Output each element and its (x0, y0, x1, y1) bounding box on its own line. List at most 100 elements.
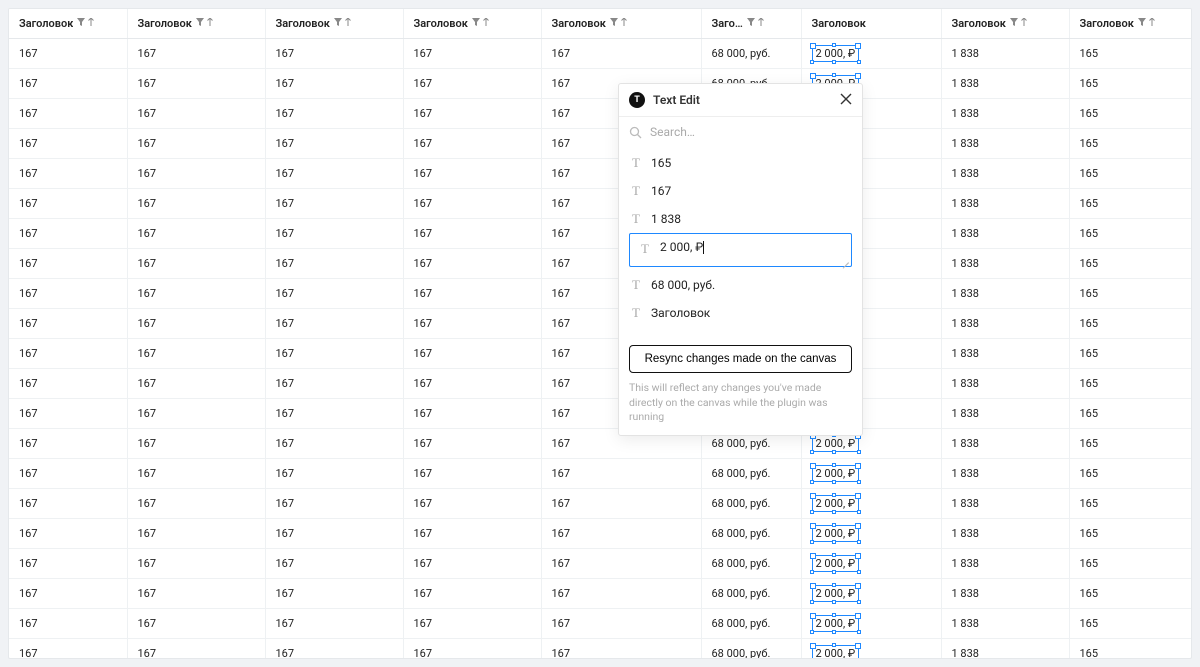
table-cell[interactable]: 167 (9, 189, 127, 219)
table-cell[interactable]: 1 838 (941, 639, 1069, 660)
table-cell[interactable]: 165 (1069, 339, 1192, 369)
table-cell[interactable]: 2 000, ₽ (801, 489, 941, 519)
table-cell[interactable]: 167 (127, 39, 265, 69)
table-cell[interactable]: 2 000, ₽ (801, 39, 941, 69)
table-cell[interactable]: 167 (403, 519, 541, 549)
table-cell[interactable]: 167 (541, 39, 701, 69)
table-cell[interactable]: 167 (127, 459, 265, 489)
column-header[interactable]: Заголовок (541, 9, 701, 39)
table-cell[interactable]: 167 (403, 639, 541, 660)
text-list-item[interactable]: T1 838 (619, 205, 862, 233)
table-cell[interactable]: 167 (9, 279, 127, 309)
table-cell[interactable]: 2 000, ₽ (801, 639, 941, 660)
table-cell[interactable]: 167 (9, 639, 127, 660)
table-cell[interactable]: 167 (541, 639, 701, 660)
table-cell[interactable]: 167 (9, 219, 127, 249)
text-list-item-editing[interactable]: T2 000, ₽ (619, 233, 862, 271)
table-cell[interactable]: 167 (9, 69, 127, 99)
table-cell[interactable]: 167 (403, 339, 541, 369)
table-cell[interactable]: 68 000, руб. (701, 519, 801, 549)
table-cell[interactable]: 68 000, руб. (701, 39, 801, 69)
table-cell[interactable]: 167 (9, 429, 127, 459)
table-cell[interactable]: 167 (9, 129, 127, 159)
table-cell[interactable]: 2 000, ₽ (801, 519, 941, 549)
column-header[interactable]: Заголовок (941, 9, 1069, 39)
filter-icon[interactable] (1138, 18, 1146, 29)
filter-icon[interactable] (77, 18, 85, 29)
table-cell[interactable]: 165 (1069, 519, 1192, 549)
table-cell[interactable]: 68 000, руб. (701, 489, 801, 519)
table-cell[interactable]: 167 (127, 219, 265, 249)
table-cell[interactable]: 167 (9, 339, 127, 369)
table-cell[interactable]: 167 (127, 339, 265, 369)
table-cell[interactable]: 1 838 (941, 249, 1069, 279)
table-cell[interactable]: 167 (127, 519, 265, 549)
table-cell[interactable]: 167 (127, 489, 265, 519)
table-cell[interactable]: 167 (9, 369, 127, 399)
text-list-item[interactable]: T68 000, руб. (619, 271, 862, 299)
selected-text-node[interactable]: 2 000, ₽ (812, 525, 860, 542)
table-cell[interactable]: 165 (1069, 429, 1192, 459)
table-cell[interactable]: 167 (265, 129, 403, 159)
table-cell[interactable]: 167 (541, 489, 701, 519)
table-cell[interactable]: 167 (403, 489, 541, 519)
selected-text-node[interactable]: 2 000, ₽ (812, 465, 860, 482)
table-cell[interactable]: 1 838 (941, 129, 1069, 159)
column-header[interactable]: Заголовок (801, 9, 941, 39)
table-cell[interactable]: 2 000, ₽ (801, 459, 941, 489)
table-cell[interactable]: 167 (403, 39, 541, 69)
table-cell[interactable]: 167 (127, 129, 265, 159)
sort-up-icon[interactable] (87, 18, 95, 29)
table-cell[interactable]: 167 (403, 69, 541, 99)
selected-text-node[interactable]: 2 000, ₽ (812, 435, 860, 452)
edit-textarea[interactable]: T2 000, ₽ (629, 233, 852, 267)
table-cell[interactable]: 167 (127, 69, 265, 99)
table-cell[interactable]: 167 (541, 609, 701, 639)
table-cell[interactable]: 1 838 (941, 69, 1069, 99)
table-cell[interactable]: 167 (265, 189, 403, 219)
table-cell[interactable]: 165 (1069, 399, 1192, 429)
table-cell[interactable]: 165 (1069, 69, 1192, 99)
selected-text-node[interactable]: 2 000, ₽ (812, 555, 860, 572)
table-cell[interactable]: 167 (9, 489, 127, 519)
table-cell[interactable]: 167 (265, 429, 403, 459)
column-header[interactable]: Заго… (701, 9, 801, 39)
table-cell[interactable]: 167 (265, 609, 403, 639)
filter-icon[interactable] (747, 18, 755, 29)
table-cell[interactable]: 167 (541, 549, 701, 579)
sort-up-icon[interactable] (620, 18, 628, 29)
table-cell[interactable]: 167 (265, 579, 403, 609)
table-cell[interactable]: 167 (9, 399, 127, 429)
table-cell[interactable]: 165 (1069, 489, 1192, 519)
table-cell[interactable]: 167 (127, 189, 265, 219)
table-cell[interactable]: 167 (9, 309, 127, 339)
table-cell[interactable]: 165 (1069, 39, 1192, 69)
table-cell[interactable]: 167 (265, 369, 403, 399)
table-cell[interactable]: 1 838 (941, 519, 1069, 549)
sort-up-icon[interactable] (1020, 18, 1028, 29)
table-cell[interactable]: 167 (403, 159, 541, 189)
table-cell[interactable]: 1 838 (941, 399, 1069, 429)
table-cell[interactable]: 1 838 (941, 219, 1069, 249)
table-cell[interactable]: 167 (403, 459, 541, 489)
table-cell[interactable]: 167 (265, 519, 403, 549)
table-cell[interactable]: 1 838 (941, 339, 1069, 369)
table-cell[interactable]: 167 (127, 249, 265, 279)
table-cell[interactable]: 2 000, ₽ (801, 609, 941, 639)
column-header[interactable]: Заголовок (127, 9, 265, 39)
table-cell[interactable]: 167 (541, 519, 701, 549)
table-cell[interactable]: 167 (403, 279, 541, 309)
table-cell[interactable]: 165 (1069, 369, 1192, 399)
resync-button[interactable]: Resync changes made on the canvas (629, 345, 852, 373)
table-cell[interactable]: 167 (265, 639, 403, 660)
table-cell[interactable]: 165 (1069, 219, 1192, 249)
table-cell[interactable]: 167 (403, 189, 541, 219)
table-cell[interactable]: 1 838 (941, 489, 1069, 519)
table-cell[interactable]: 167 (9, 459, 127, 489)
table-cell[interactable]: 167 (265, 339, 403, 369)
table-cell[interactable]: 165 (1069, 639, 1192, 660)
table-cell[interactable]: 1 838 (941, 579, 1069, 609)
table-cell[interactable]: 1 838 (941, 159, 1069, 189)
table-cell[interactable]: 167 (403, 399, 541, 429)
table-cell[interactable]: 167 (127, 429, 265, 459)
